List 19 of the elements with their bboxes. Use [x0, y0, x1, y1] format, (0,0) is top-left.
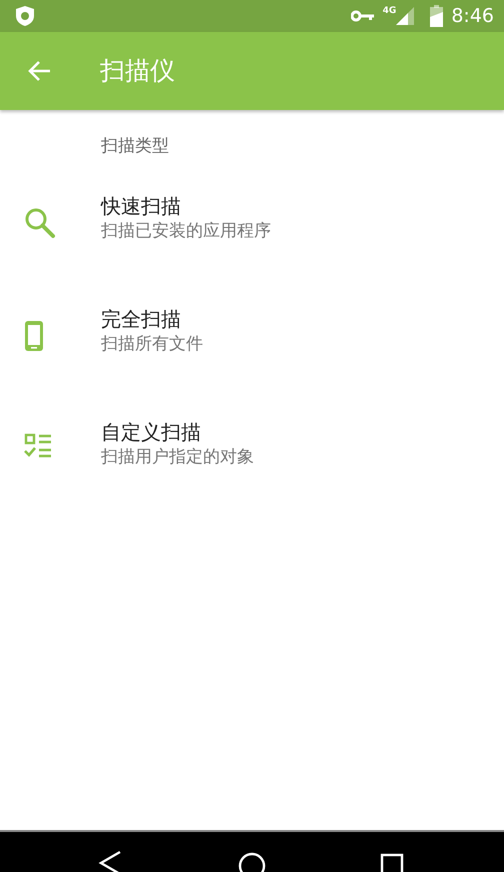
- recents-nav-icon[interactable]: [380, 853, 406, 872]
- toolbar-title: 扫描仪: [100, 55, 175, 88]
- section-header: 扫描类型: [101, 135, 170, 158]
- battery-icon: [430, 5, 444, 27]
- signal-icon: [396, 6, 414, 26]
- checklist-icon: [24, 432, 52, 458]
- item-subtitle: 扫描所有文件: [101, 332, 203, 356]
- shield-icon: [14, 5, 36, 27]
- item-title[interactable]: 快速扫描: [101, 192, 271, 218]
- item-title[interactable]: 完全扫描: [101, 306, 203, 332]
- key-icon: [350, 10, 375, 22]
- search-icon: [24, 206, 56, 238]
- item-title[interactable]: 自定义扫描: [101, 418, 254, 444]
- home-nav-icon[interactable]: [237, 851, 267, 872]
- item-subtitle: 扫描用户指定的对象: [101, 446, 254, 468]
- item-subtitle: 扫描已安装的应用程序: [101, 220, 271, 242]
- clock: 8:46: [451, 4, 494, 29]
- phone-icon: [24, 320, 44, 352]
- network-type: 4G: [382, 6, 396, 16]
